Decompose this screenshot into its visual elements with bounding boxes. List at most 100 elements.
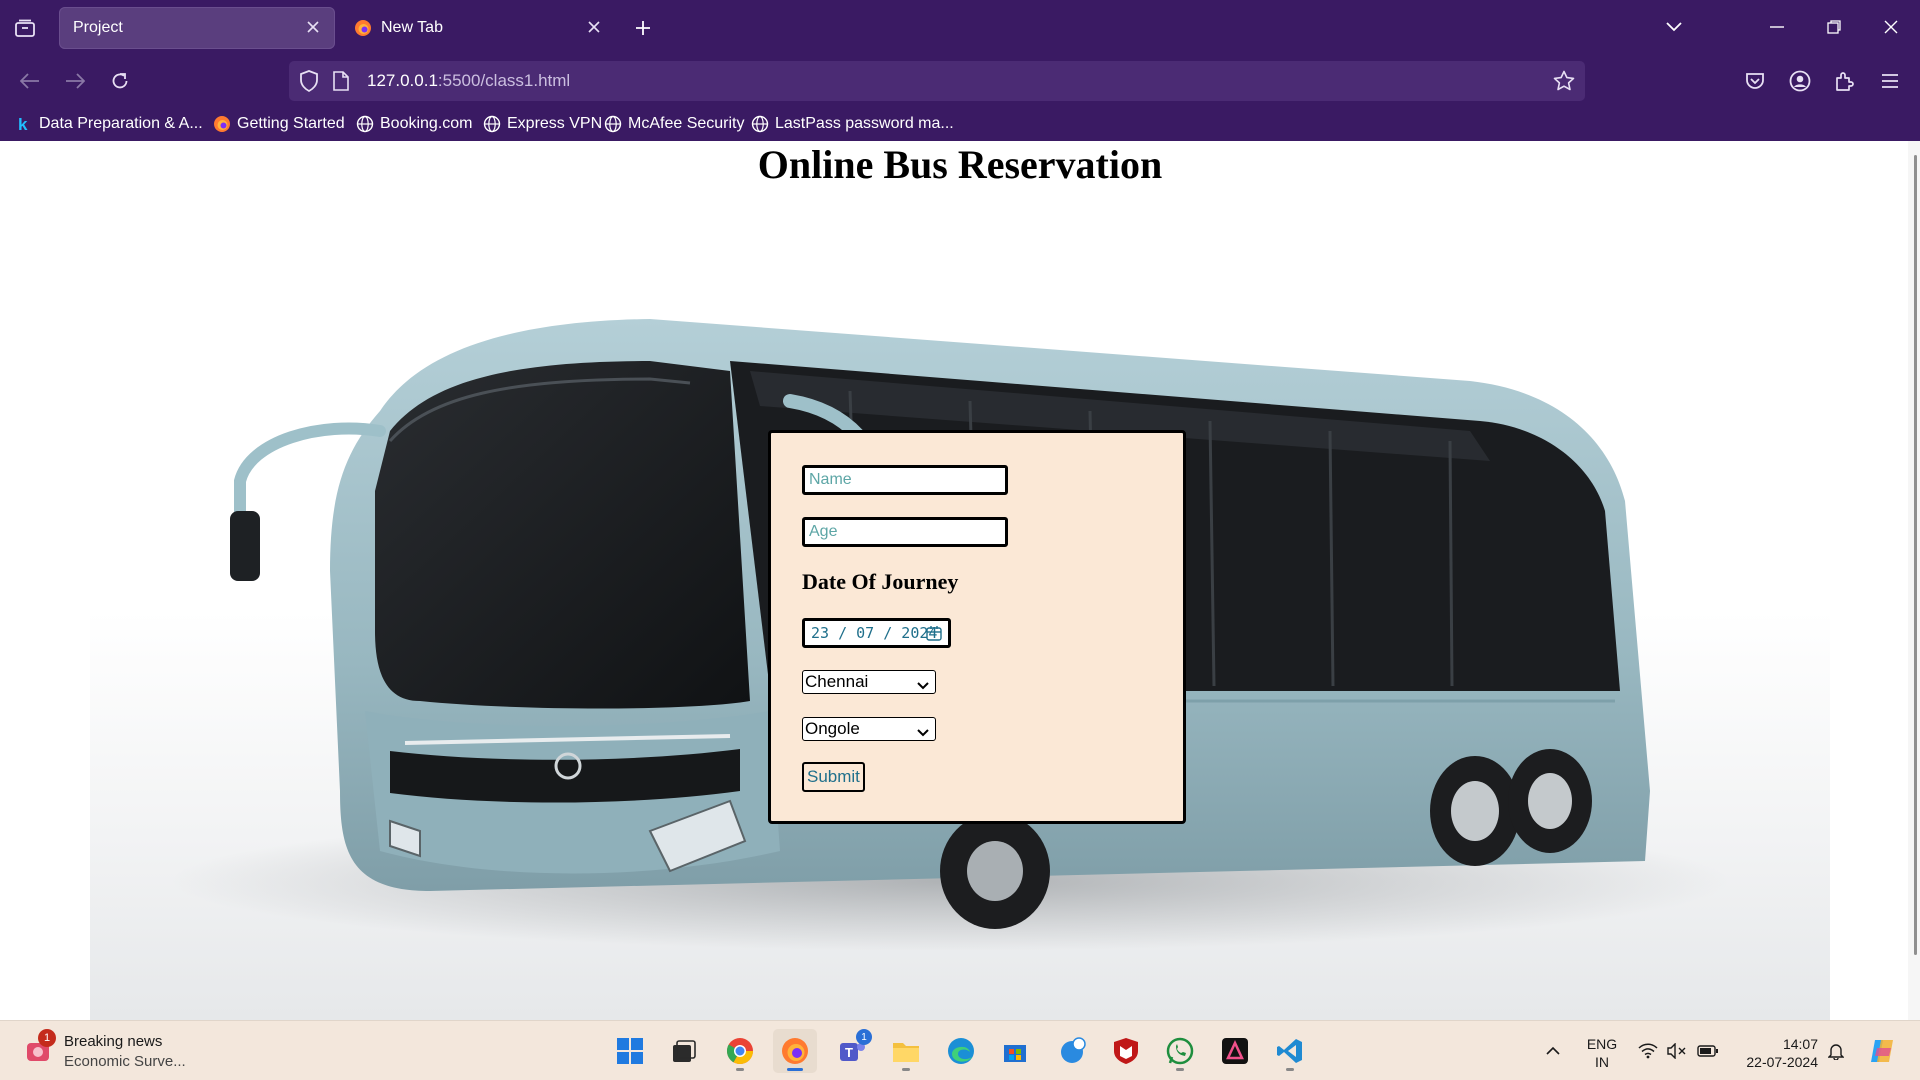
bookmark-star-icon[interactable] [1553, 70, 1575, 97]
mcafee-icon [1114, 1038, 1138, 1064]
bookmark-label: Data Preparation & A... [39, 115, 203, 132]
running-indicator [1176, 1068, 1184, 1071]
firefox-taskbar-button[interactable] [773, 1029, 817, 1073]
back-arrow-icon[interactable] [13, 65, 47, 97]
minimize-icon[interactable] [1760, 12, 1794, 42]
language-code: ENG [1586, 1036, 1618, 1052]
url-text[interactable]: 127.0.0.1:5500/class1.html [367, 71, 570, 91]
task-view-button[interactable] [662, 1029, 706, 1073]
tab-project[interactable]: Project [59, 7, 335, 49]
volume-muted-icon[interactable] [1664, 1029, 1690, 1073]
folder-icon [893, 1043, 919, 1062]
close-tab-icon[interactable] [584, 17, 604, 37]
language-indicator[interactable]: ENG IN [1584, 1035, 1620, 1071]
from-city-value: Chennai [805, 672, 869, 691]
tab-list-icon[interactable] [10, 14, 40, 42]
edge-taskbar-button[interactable] [939, 1029, 983, 1073]
globe-icon [483, 115, 501, 133]
system-clock[interactable]: 14:07 22-07-2024 [1728, 1035, 1818, 1071]
store-taskbar-button[interactable] [993, 1029, 1037, 1073]
date-of-journey-label: Date Of Journey [802, 569, 959, 594]
navigation-toolbar: 127.0.0.1:5500/class1.html [0, 55, 1920, 107]
teams-taskbar-button[interactable]: T 1 [830, 1029, 874, 1073]
scrollbar-thumb[interactable] [1914, 155, 1917, 955]
age-input[interactable] [802, 517, 1008, 547]
chevron-up-icon [1546, 1046, 1560, 1055]
shield-icon[interactable] [299, 70, 319, 97]
globe-icon [751, 115, 769, 133]
whatsapp-icon [1166, 1037, 1194, 1065]
mcafee-taskbar-button[interactable] [1104, 1029, 1148, 1073]
vscode-taskbar-button[interactable] [1268, 1029, 1312, 1073]
bookmark-label: McAfee Security [628, 115, 745, 132]
running-indicator [736, 1068, 744, 1071]
adobe-taskbar-button[interactable] [1213, 1029, 1257, 1073]
list-all-tabs-icon[interactable] [1657, 12, 1691, 42]
reload-icon[interactable] [103, 65, 137, 97]
tab-title: Project [73, 19, 123, 36]
url-host: 127.0.0.1 [367, 71, 438, 90]
calendar-icon[interactable] [926, 625, 942, 645]
page-scrollbar[interactable] [1908, 141, 1920, 1020]
page-title: Online Bus Reservation [757, 142, 1163, 187]
teams-badge: 1 [856, 1029, 872, 1045]
chevron-down-icon [917, 723, 929, 743]
messenger-taskbar-button[interactable] [1050, 1029, 1094, 1073]
reservation-form: Date Of Journey 23 / 07 / 2024 Chennai O… [768, 430, 1186, 824]
bookmark-data-preparation[interactable]: k Data Preparation & A... [15, 113, 203, 135]
svg-text:k: k [18, 115, 28, 133]
bookmark-lastpass[interactable]: LastPass password ma... [751, 113, 954, 135]
news-title: Breaking news [64, 1033, 163, 1050]
menu-icon[interactable] [1873, 65, 1907, 97]
whatsapp-taskbar-button[interactable] [1158, 1029, 1202, 1073]
firefox-icon [782, 1038, 808, 1064]
new-tab-icon[interactable] [628, 14, 658, 42]
bookmark-express-vpn[interactable]: Express VPN [483, 113, 602, 135]
url-bar[interactable]: 127.0.0.1:5500/class1.html [289, 61, 1585, 101]
bookmark-booking[interactable]: Booking.com [356, 113, 473, 135]
tab-title: New Tab [381, 19, 443, 36]
web-page: Online Bus Reservation Name Age Date Of … [0, 141, 1920, 1020]
account-icon[interactable] [1783, 65, 1817, 97]
page-info-icon[interactable] [333, 71, 349, 96]
pocket-icon[interactable] [1738, 65, 1772, 97]
chat-icon [1061, 1037, 1086, 1063]
battery-icon[interactable] [1694, 1029, 1722, 1073]
bookmark-getting-started[interactable]: Getting Started [213, 113, 345, 135]
chevron-down-icon [917, 676, 929, 696]
close-window-icon[interactable] [1874, 12, 1908, 42]
svg-text:T: T [845, 1045, 853, 1060]
wifi-icon[interactable] [1635, 1029, 1661, 1073]
bookmark-mcafee[interactable]: McAfee Security [604, 113, 744, 135]
show-hidden-icons[interactable] [1538, 1029, 1568, 1073]
forward-arrow-icon[interactable] [58, 65, 92, 97]
from-city-select[interactable]: Chennai [802, 670, 936, 694]
restore-icon[interactable] [1817, 12, 1851, 42]
file-explorer-button[interactable] [884, 1029, 928, 1073]
news-subtitle: Economic Surve... [64, 1053, 186, 1070]
tab-new-tab[interactable]: New Tab [340, 7, 616, 49]
start-button[interactable] [608, 1029, 652, 1073]
firefox-icon [354, 19, 372, 37]
chrome-taskbar-button[interactable] [718, 1029, 762, 1073]
task-view-icon [673, 1040, 696, 1062]
copilot-icon[interactable] [1862, 1029, 1902, 1073]
journey-date-input[interactable]: 23 / 07 / 2024 [802, 618, 951, 648]
bookmark-label: Express VPN [507, 115, 603, 132]
running-indicator [902, 1068, 910, 1071]
windows-icon [617, 1038, 643, 1064]
extensions-icon[interactable] [1828, 65, 1862, 97]
close-tab-icon[interactable] [303, 17, 323, 37]
running-indicator [1286, 1068, 1294, 1071]
globe-icon [356, 115, 374, 133]
bookmark-label: Booking.com [380, 115, 473, 132]
bookmarks-toolbar: k Data Preparation & A... Getting Starte… [0, 107, 1920, 142]
firefox-icon [213, 115, 231, 133]
notification-bell-icon[interactable] [1822, 1029, 1850, 1073]
news-widget[interactable]: 1 Breaking news Economic Surve... [20, 1029, 220, 1073]
to-city-select[interactable]: Ongole [802, 717, 936, 741]
submit-button[interactable]: Submit [802, 762, 865, 792]
windows-taskbar: 1 Breaking news Economic Surve... T 1 EN… [0, 1020, 1920, 1080]
name-input[interactable] [802, 465, 1008, 495]
edge-icon [948, 1038, 974, 1064]
